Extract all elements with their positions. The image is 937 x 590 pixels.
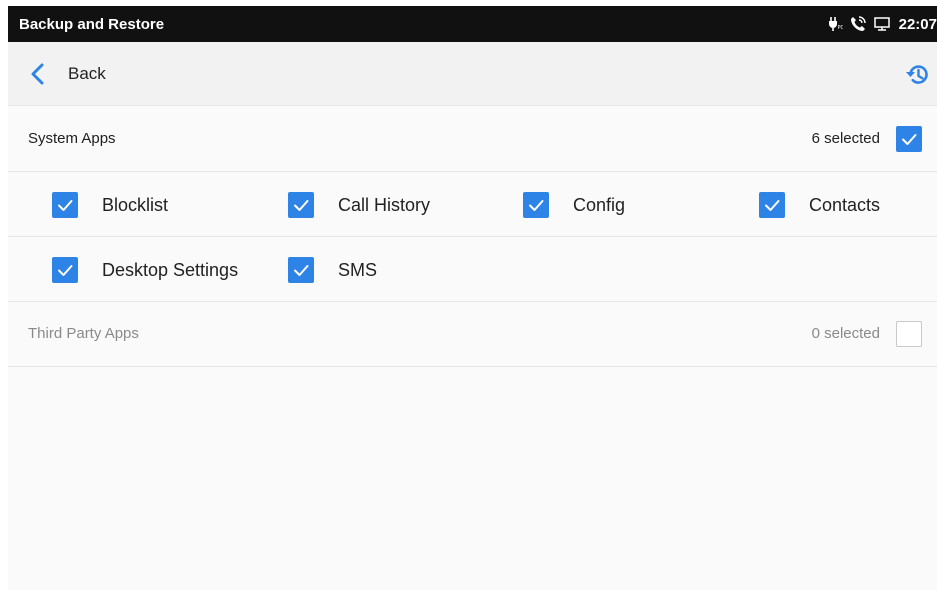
- third-party-apps-title: Third Party Apps: [28, 325, 139, 342]
- app-item-sms[interactable]: SMS: [288, 255, 478, 285]
- nav-bar: Back: [8, 42, 937, 106]
- system-apps-header: System Apps 6 selected: [8, 106, 937, 172]
- app-label: Contacts: [809, 195, 881, 215]
- checkmark-icon: [294, 200, 309, 211]
- sms-checkbox[interactable]: [288, 257, 314, 283]
- checkmark-icon: [902, 134, 917, 145]
- app-label: Call History: [338, 195, 431, 215]
- history-icon: [906, 65, 928, 84]
- app-title: Backup and Restore: [19, 15, 165, 33]
- back-label: Back: [68, 64, 106, 83]
- history-button[interactable]: [903, 61, 931, 89]
- third-party-apps-select-all-checkbox[interactable]: [896, 321, 922, 347]
- svg-text:POE: POE: [837, 25, 843, 31]
- app-item-contacts[interactable]: Contacts: [759, 190, 929, 220]
- checkmark-icon: [765, 200, 780, 211]
- back-button[interactable]: Back: [30, 60, 106, 88]
- app-label: Desktop Settings: [102, 260, 239, 280]
- contacts-checkbox[interactable]: [759, 192, 785, 218]
- checkmark-icon: [58, 200, 73, 211]
- system-apps-row-2: Desktop Settings SMS: [8, 237, 937, 302]
- app-item-config[interactable]: Config: [523, 190, 713, 220]
- blocklist-checkbox[interactable]: [52, 192, 78, 218]
- status-icons: POE 22:07: [827, 6, 937, 42]
- app-item-desktop-settings[interactable]: Desktop Settings: [52, 255, 243, 285]
- phone-call-icon: [849, 15, 867, 33]
- system-apps-row-1: Blocklist Call History Config Contacts: [8, 172, 937, 237]
- app-label: SMS: [338, 260, 378, 280]
- status-bar: Backup and Restore POE: [8, 6, 937, 42]
- app-label: Blocklist: [102, 195, 169, 215]
- desktop-settings-checkbox[interactable]: [52, 257, 78, 283]
- clock: 22:07: [898, 15, 937, 33]
- app-item-blocklist[interactable]: Blocklist: [52, 190, 242, 220]
- system-apps-title: System Apps: [28, 130, 116, 147]
- config-checkbox[interactable]: [523, 192, 549, 218]
- checkmark-icon: [294, 265, 309, 276]
- call-history-checkbox[interactable]: [288, 192, 314, 218]
- app-label: Config: [573, 195, 626, 215]
- checkmark-icon: [58, 265, 73, 276]
- screen: Backup and Restore POE: [8, 6, 937, 590]
- app-item-call-history[interactable]: Call History: [288, 190, 478, 220]
- poe-power-icon: POE: [827, 16, 843, 32]
- third-party-apps-header: Third Party Apps 0 selected: [8, 302, 937, 367]
- chevron-left-icon: [31, 63, 44, 85]
- system-apps-count: 6 selected: [811, 130, 880, 147]
- network-monitor-icon: [873, 15, 891, 33]
- third-party-apps-count: 0 selected: [811, 325, 880, 342]
- system-apps-select-all-checkbox[interactable]: [896, 126, 922, 152]
- checkmark-icon: [529, 200, 544, 211]
